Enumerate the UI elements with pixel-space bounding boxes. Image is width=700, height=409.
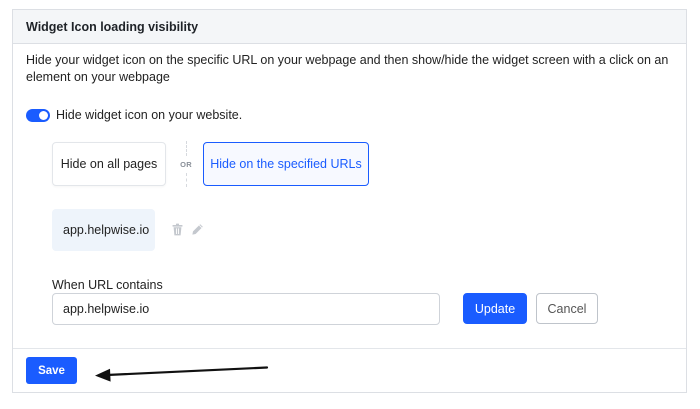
or-label: OR — [180, 159, 192, 169]
toggle-label: Hide widget icon on your website. — [56, 108, 243, 122]
toggle-knob — [39, 110, 48, 120]
trash-icon[interactable] — [171, 223, 184, 236]
cancel-button[interactable]: Cancel — [536, 293, 598, 324]
separator-line-top — [185, 141, 187, 156]
section-title: Widget Icon loading visibility — [26, 19, 199, 34]
update-button[interactable]: Update — [463, 293, 527, 324]
hide-on-all-pages-option[interactable]: Hide on all pages — [52, 142, 166, 186]
url-contains-input[interactable] — [52, 293, 440, 325]
section-description: Hide your widget icon on the specific UR… — [26, 53, 669, 84]
pencil-icon[interactable] — [191, 223, 204, 236]
widget-visibility-panel: Widget Icon loading visibility Hide your… — [12, 9, 687, 393]
url-list-item: app.helpwise.io — [52, 209, 155, 251]
separator-line-bottom — [185, 172, 187, 187]
hide-widget-toggle[interactable] — [26, 108, 50, 122]
hide-widget-toggle-row: Hide widget icon on your website. — [26, 108, 242, 122]
or-separator: OR — [180, 141, 192, 187]
save-button[interactable]: Save — [26, 357, 77, 384]
panel-header: Widget Icon loading visibility — [13, 10, 686, 44]
pointer-arrow-icon — [95, 366, 269, 382]
hide-on-specified-urls-option[interactable]: Hide on the specified URLs — [203, 142, 369, 186]
url-value: app.helpwise.io — [63, 223, 150, 237]
footer-divider — [13, 348, 686, 349]
url-contains-label: When URL contains — [52, 278, 163, 292]
